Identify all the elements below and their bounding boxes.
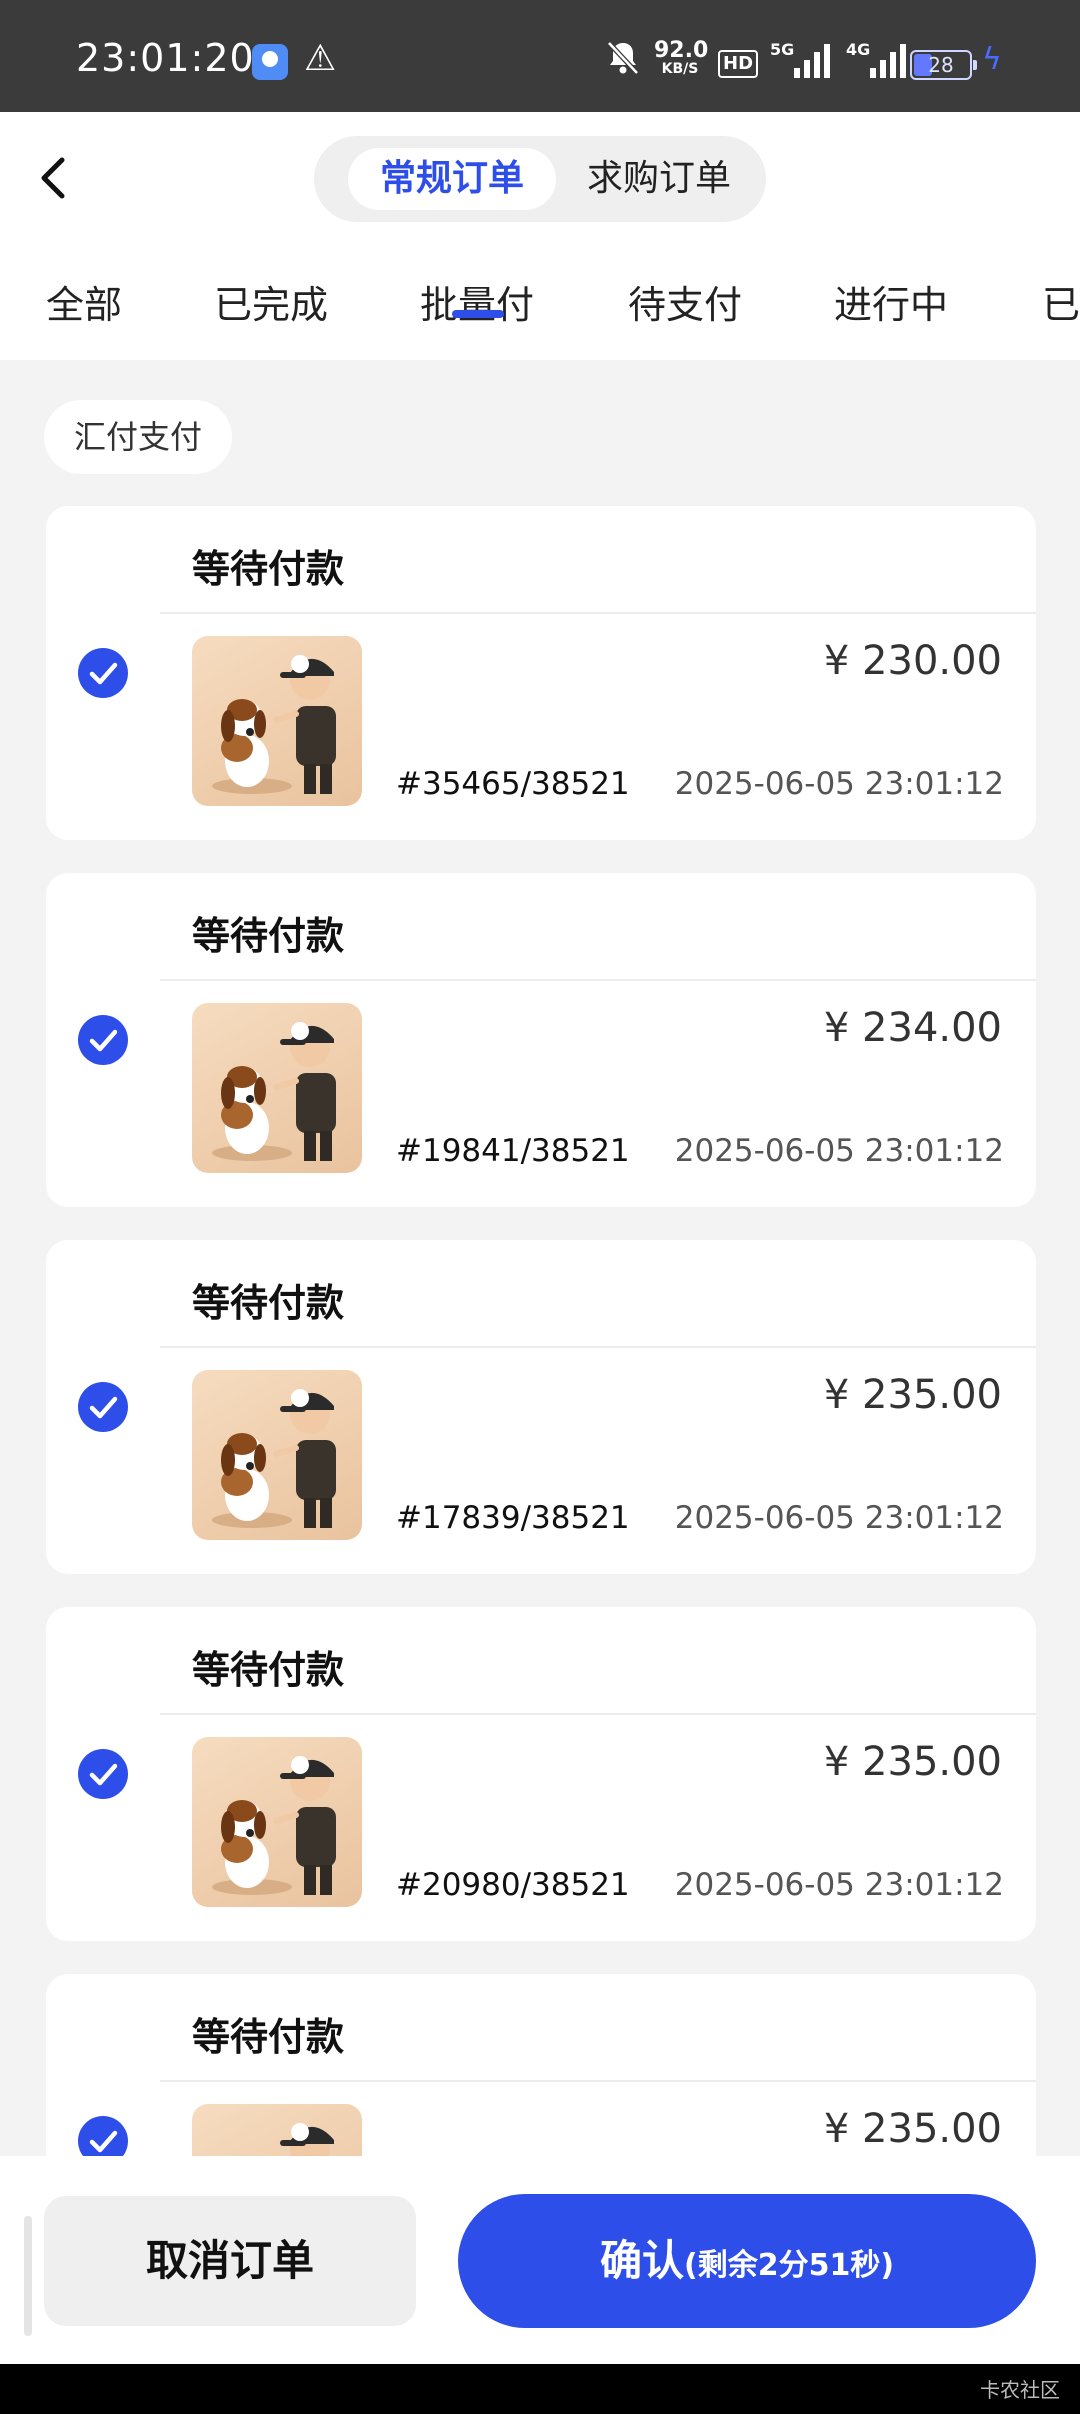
battery-level: 28 (928, 53, 954, 77)
order-card[interactable]: 等待付款 ¥ 234.00 #19841/38521 2025-06-05 23… (46, 873, 1036, 1207)
order-card[interactable]: 等待付款 ¥ 230.00 #35465/38521 2025-06-05 23… (46, 506, 1036, 840)
payment-filter-chip[interactable]: 汇付支付 (44, 400, 232, 474)
order-number: #35465/38521 (396, 766, 630, 802)
hd-badge: HD (718, 50, 759, 78)
tab-all[interactable]: 全部 (46, 274, 122, 329)
header: 常规订单 求购订单 全部 已完成 批量付 待支付 进行中 已 (0, 112, 1080, 360)
check-icon (89, 662, 118, 685)
order-price: ¥ 230.00 (823, 638, 1002, 684)
divider (160, 1346, 1036, 1348)
watermark: 卡农社区 (980, 2378, 1060, 2402)
order-price: ¥ 235.00 (823, 2106, 1002, 2152)
divider (160, 979, 1036, 981)
divider (160, 1713, 1036, 1715)
order-number: #20980/38521 (396, 1867, 630, 1903)
check-icon (89, 1029, 118, 1052)
check-icon (89, 1763, 118, 1786)
order-status: 等待付款 (192, 547, 345, 591)
order-card[interactable]: 等待付款 ¥ 235.00 (46, 1974, 1036, 2156)
tab-pending-payment[interactable]: 待支付 (628, 274, 742, 329)
cancel-order-button[interactable]: 取消订单 (44, 2196, 416, 2326)
confirm-button[interactable]: 确认(剩余2分51秒) (458, 2194, 1036, 2328)
edge-handle (24, 2216, 32, 2336)
signal-5g-label: 5G (770, 40, 795, 59)
tab-batch-pay[interactable]: 批量付 (420, 274, 534, 329)
segment-regular-orders[interactable]: 常规订单 (348, 148, 556, 210)
chevron-left-icon (41, 157, 65, 199)
bell-muted-icon (606, 40, 640, 84)
signal-4g-label: 4G (846, 40, 871, 59)
tab-more[interactable]: 已 (1042, 274, 1080, 329)
app-notification-icon (252, 44, 288, 80)
order-checkbox[interactable] (78, 1749, 128, 1799)
segment-purchase-orders[interactable]: 求购订单 (566, 148, 752, 210)
warning-icon: ⚠ (304, 38, 337, 79)
back-button[interactable] (26, 148, 86, 208)
order-list: 等待付款 ¥ 230.00 #35465/38521 2025-06-05 23… (0, 506, 1080, 2156)
product-thumbnail (192, 636, 362, 806)
order-card[interactable]: 等待付款 ¥ 235.00 #20980/38521 2025-06-05 23… (46, 1607, 1036, 1941)
countdown-label: (剩余2分51秒) (683, 2248, 895, 2283)
bottom-action-bar: 取消订单 确认(剩余2分51秒) (0, 2156, 1080, 2364)
tab-in-progress[interactable]: 进行中 (834, 274, 948, 329)
order-type-switch: 常规订单 求购订单 (314, 136, 766, 222)
order-price: ¥ 234.00 (823, 1005, 1002, 1051)
order-number: #19841/38521 (396, 1133, 630, 1169)
product-thumbnail (192, 1737, 362, 1907)
divider (160, 612, 1036, 614)
order-price: ¥ 235.00 (823, 1739, 1002, 1785)
network-speed-value: 92.0 (654, 38, 709, 63)
product-thumbnail (192, 1003, 362, 1173)
confirm-label: 确认 (599, 2236, 684, 2285)
tab-completed[interactable]: 已完成 (214, 274, 328, 329)
status-bar: 23:01:20 ⚠ 92.0 KB/S HD 5G 4G 28 ϟ (0, 0, 1080, 112)
system-nav-strip: 卡农社区 (0, 2364, 1080, 2414)
network-speed: 92.0 KB/S (654, 38, 709, 78)
charging-icon: ϟ (982, 42, 1002, 77)
order-status: 等待付款 (192, 1648, 345, 1692)
network-speed-unit: KB/S (661, 61, 699, 77)
order-card[interactable]: 等待付款 ¥ 235.00 #17839/38521 2025-06-05 23… (46, 1240, 1036, 1574)
order-status: 等待付款 (192, 2015, 345, 2059)
product-thumbnail (192, 2104, 362, 2156)
order-checkbox[interactable] (78, 648, 128, 698)
divider (160, 2080, 1036, 2082)
product-thumbnail (192, 1370, 362, 1540)
status-time: 23:01:20 (76, 36, 255, 80)
order-checkbox[interactable] (78, 1015, 128, 1065)
order-time: 2025-06-05 23:01:12 (674, 1133, 1004, 1169)
order-status: 等待付款 (192, 914, 345, 958)
battery-icon: 28 (910, 50, 977, 80)
check-icon (89, 2130, 118, 2153)
order-status: 等待付款 (192, 1281, 345, 1325)
order-time: 2025-06-05 23:01:12 (674, 1867, 1004, 1903)
check-icon (89, 1396, 118, 1419)
order-checkbox[interactable] (78, 2116, 128, 2156)
order-time: 2025-06-05 23:01:12 (674, 1500, 1004, 1536)
order-price: ¥ 235.00 (823, 1372, 1002, 1418)
order-checkbox[interactable] (78, 1382, 128, 1432)
order-time: 2025-06-05 23:01:12 (674, 766, 1004, 802)
active-tab-indicator (452, 310, 504, 318)
status-tabs: 全部 已完成 批量付 待支付 进行中 已 (0, 262, 1080, 360)
order-number: #17839/38521 (396, 1500, 630, 1536)
